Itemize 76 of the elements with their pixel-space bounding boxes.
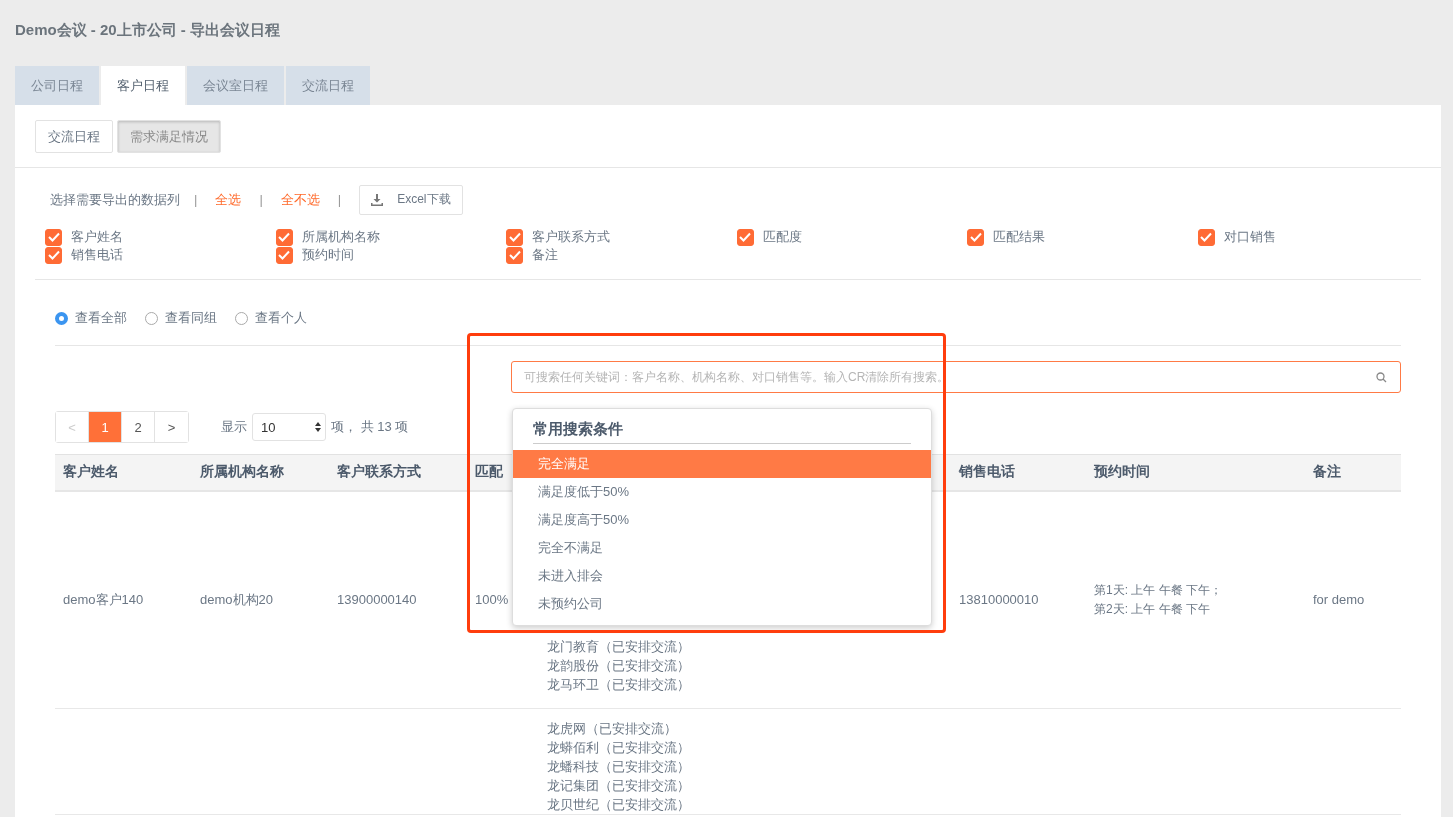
checkbox[interactable] xyxy=(967,228,984,246)
menu-item[interactable]: 完全满足 xyxy=(513,450,931,478)
tab[interactable]: 会议室日程 xyxy=(187,66,284,105)
view-radio[interactable]: 查看个人 xyxy=(235,308,307,328)
column-checkbox[interactable]: 销售电话 xyxy=(45,246,276,264)
spinner-icon xyxy=(315,422,321,432)
download-icon xyxy=(371,193,384,206)
column-checkbox[interactable]: 匹配结果 xyxy=(967,228,1198,246)
radio-button[interactable] xyxy=(235,311,248,325)
menu-item[interactable]: 未进入排会 xyxy=(513,562,931,590)
page-title: Demo会议 - 20上市公司 - 导出会议日程 xyxy=(15,21,281,40)
checkbox[interactable] xyxy=(736,228,754,246)
checkbox[interactable] xyxy=(506,228,523,246)
column-checkbox[interactable]: 备注 xyxy=(506,246,737,264)
match-result: 龙虎网（已安排交流） xyxy=(547,720,678,738)
tab[interactable]: 客户日程 xyxy=(101,66,185,105)
search-field[interactable]: 可搜索任何关键词：客户名称、机构名称、对口销售等。输入CR清除所有搜索。 xyxy=(511,361,1401,393)
separator: | xyxy=(259,192,263,207)
select-all-link[interactable]: 全选 xyxy=(215,190,242,209)
column-checkbox[interactable]: 匹配度 xyxy=(736,228,967,246)
menu-item[interactable]: 满足度低于50% xyxy=(513,478,931,506)
column-header: 客户姓名 xyxy=(63,463,119,480)
checkbox[interactable] xyxy=(275,228,293,246)
table-cell-text: 第2天: 上午 午餐 下午 xyxy=(1094,600,1211,618)
radio-button[interactable] xyxy=(145,311,158,325)
table-cell: demo客户140 xyxy=(63,591,144,607)
match-result: 龙马环卫（已安排交流） xyxy=(547,676,691,694)
match-result: 龙门教育（已安排交流） xyxy=(547,638,691,656)
match-result: 龙韵股份（已安排交流） xyxy=(547,657,691,675)
menu-item[interactable]: 完全不满足 xyxy=(513,534,931,562)
table-cell: 13900000140 xyxy=(337,592,417,608)
table-cell: for demo xyxy=(1313,592,1365,608)
checkbox[interactable] xyxy=(45,228,62,246)
column-checkbox[interactable]: 预约时间 xyxy=(275,246,506,264)
export-label: 选择需要导出的数据列 xyxy=(50,190,180,209)
column-header: 客户联系方式 xyxy=(337,463,421,480)
view-radio[interactable]: 查看同组 xyxy=(145,308,217,328)
separator: | xyxy=(337,192,342,207)
menu-item[interactable]: 满足度高于50% xyxy=(513,506,931,534)
checkbox[interactable] xyxy=(45,246,62,264)
column-checkbox[interactable]: 客户姓名 xyxy=(45,228,276,246)
table-cell: 100% xyxy=(475,592,509,608)
checkbox[interactable] xyxy=(1197,228,1215,246)
table-cell: 13810000010 xyxy=(959,592,1039,608)
radio-button[interactable] xyxy=(55,311,68,325)
column-header: 所属机构名称 xyxy=(200,463,284,480)
column-header: 预约时间 xyxy=(1094,463,1150,480)
show-label: 显示 xyxy=(221,418,247,436)
column-checkbox[interactable]: 所属机构名称 xyxy=(275,228,506,246)
table-cell-text: 第1天: 上午 午餐 下午； xyxy=(1094,581,1223,599)
search-icon xyxy=(1376,372,1387,383)
page-size-select[interactable]: 10 xyxy=(252,413,326,441)
match-result: 龙蟒佰利（已安排交流） xyxy=(547,739,691,757)
column-header: 备注 xyxy=(1313,463,1341,480)
page-summary: 项， 共 13 项 xyxy=(331,418,409,436)
sub-tab[interactable]: 需求满足情况 xyxy=(117,120,221,153)
match-result: 龙贝世纪（已安排交流） xyxy=(547,796,691,814)
excel-download-button[interactable]: Excel下载 xyxy=(359,184,463,215)
match-result: 龙蟠科技（已安排交流） xyxy=(547,758,691,776)
column-checkbox[interactable]: 对口销售 xyxy=(1197,228,1428,246)
select-none-link[interactable]: 全不选 xyxy=(280,190,320,209)
menu-title: 常用搜索条件 xyxy=(533,420,911,444)
page-button[interactable]: 1 xyxy=(89,412,122,442)
checkbox[interactable] xyxy=(275,246,293,264)
checkbox[interactable] xyxy=(506,246,523,264)
column-header: 匹配 xyxy=(475,463,503,480)
tab[interactable]: 公司日程 xyxy=(15,66,99,105)
view-radio[interactable]: 查看全部 xyxy=(55,308,127,328)
sub-tab[interactable]: 交流日程 xyxy=(35,120,113,153)
tab[interactable]: 交流日程 xyxy=(286,66,370,105)
match-result: 龙记集团（已安排交流） xyxy=(547,777,691,795)
column-header: 销售电话 xyxy=(959,463,1015,480)
separator: | xyxy=(194,192,198,207)
menu-item[interactable]: 未预约公司 xyxy=(513,590,931,618)
table-cell: demo机构20 xyxy=(200,591,273,607)
column-checkbox[interactable]: 客户联系方式 xyxy=(506,228,737,246)
